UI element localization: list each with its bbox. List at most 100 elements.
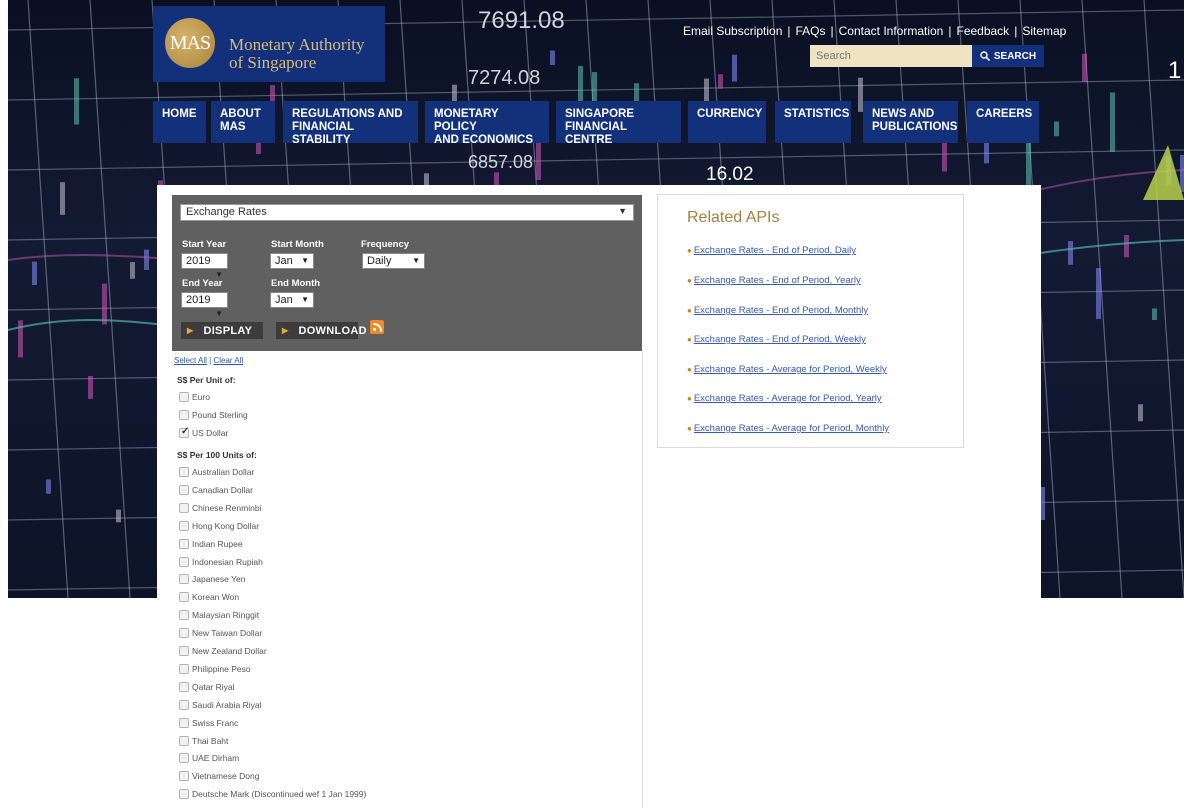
api-link[interactable]: ● Exchange Rates - Average for Period, Ye… xyxy=(687,393,882,404)
checkbox-label: Canadian Dollar xyxy=(192,484,253,495)
start-month-select[interactable]: Jan ▼ xyxy=(270,253,314,269)
currency-checkbox-row[interactable]: Indonesian Rupiah xyxy=(179,556,372,567)
bg-candle xyxy=(1138,404,1143,422)
currency-checkbox-row[interactable]: Malaysian Ringgit xyxy=(179,610,372,621)
email-subscription-link[interactable]: Email Subscription xyxy=(683,24,782,38)
currency-checkbox-row[interactable]: Indian Rupee xyxy=(179,538,372,549)
currency-checkbox-row[interactable]: UAE Dirham xyxy=(179,753,372,764)
checkbox[interactable] xyxy=(179,592,189,603)
checkbox[interactable] xyxy=(179,610,189,621)
checkbox[interactable] xyxy=(179,392,189,402)
currency-checkbox-row[interactable]: US Dollar xyxy=(179,426,372,438)
frequency-select[interactable]: Daily ▼ xyxy=(362,253,425,269)
checkbox[interactable] xyxy=(179,520,189,531)
nav-monetary-policy[interactable]: MONETARY POLICY AND ECONOMICS xyxy=(425,101,549,146)
currency-checkbox-row[interactable]: Canadian Dollar xyxy=(179,484,372,495)
bg-candle xyxy=(102,283,107,325)
select-all-link[interactable]: Select All xyxy=(174,356,207,365)
currency-checkbox-row[interactable]: Qatar Riyal xyxy=(179,681,372,692)
bg-candle xyxy=(1068,241,1073,265)
checkbox[interactable] xyxy=(179,502,189,513)
start-year-label: Start Year xyxy=(182,239,227,250)
bg-candle xyxy=(550,50,555,65)
sitemap-link[interactable]: Sitemap xyxy=(1022,24,1066,38)
nav-statistics[interactable]: STATISTICS xyxy=(775,101,851,143)
nav-home[interactable]: HOME xyxy=(153,101,206,143)
end-year-select[interactable]: 2019 ▼ xyxy=(181,292,228,318)
checkbox[interactable] xyxy=(179,735,189,746)
api-link[interactable]: ● Exchange Rates - Average for Period, We… xyxy=(687,364,887,375)
nav-currency[interactable]: CURRENCY xyxy=(688,101,766,143)
bg-candle xyxy=(732,54,737,82)
api-link-label: Exchange Rates - Average for Period, Yea… xyxy=(693,393,882,404)
currency-checkbox-row[interactable]: Thai Baht xyxy=(179,735,372,746)
nav-label-line1: MONETARY POLICY xyxy=(434,108,499,133)
checkbox[interactable] xyxy=(179,753,189,764)
currency-checkbox-row[interactable]: Euro xyxy=(179,392,372,402)
checkbox-label: Indian Rupee xyxy=(192,538,243,549)
nav-news-publications[interactable]: NEWS AND PUBLICATIONS xyxy=(863,101,958,143)
currency-checkbox-row[interactable]: Japanese Yen xyxy=(179,574,372,585)
currency-checkbox-row[interactable]: Korean Won xyxy=(179,592,372,603)
search-button[interactable]: SEARCH xyxy=(972,45,1044,67)
nav-careers[interactable]: CAREERS xyxy=(967,101,1039,143)
contact-information-link[interactable]: Contact Information xyxy=(839,24,944,38)
checkbox[interactable] xyxy=(179,556,189,567)
checkbox[interactable] xyxy=(179,681,189,692)
currency-checkbox-row[interactable]: New Zealand Dollar xyxy=(179,646,372,656)
clear-all-link[interactable]: Clear All xyxy=(213,356,243,365)
checkbox[interactable] xyxy=(179,410,189,420)
start-year-select[interactable]: 2019 ▼ xyxy=(181,253,228,279)
bg-number-1: 7691.08 xyxy=(478,7,565,34)
currency-checkbox-row[interactable]: Vietnamese Dong xyxy=(179,771,372,782)
checkbox-label: Malaysian Ringgit xyxy=(192,610,260,621)
search-input[interactable] xyxy=(810,45,972,67)
checkbox[interactable] xyxy=(179,426,189,438)
checkbox[interactable] xyxy=(179,789,189,800)
checkbox[interactable] xyxy=(179,663,189,674)
checkbox[interactable] xyxy=(179,771,189,782)
rss-icon[interactable] xyxy=(370,320,384,334)
currency-checkbox-row[interactable]: Philippine Peso xyxy=(179,663,372,674)
api-link[interactable]: ● Exchange Rates - End of Period, Weekly xyxy=(687,334,866,345)
nav-label-line2: AND ECONOMICS xyxy=(434,134,534,146)
dataset-select[interactable]: Exchange Rates ▼ xyxy=(180,204,634,221)
api-link[interactable]: ● Exchange Rates - End of Period, Daily xyxy=(687,245,856,256)
nav-about-mas[interactable]: ABOUT MAS xyxy=(211,101,275,143)
nav-regulations[interactable]: REGULATIONS AND FINANCIAL STABILITY xyxy=(283,101,418,146)
currency-checkbox-row[interactable]: Pound Sterling xyxy=(179,410,372,420)
checkbox[interactable] xyxy=(179,538,189,549)
mas-logo[interactable]: MAS Monetary Authority of Singapore xyxy=(153,6,385,82)
checkbox[interactable] xyxy=(179,699,189,710)
column-divider xyxy=(642,351,643,808)
currency-checkbox-row[interactable]: Swiss Franc xyxy=(179,717,372,728)
currency-checkbox-row[interactable]: Chinese Renminbi xyxy=(179,502,372,513)
main-nav: HOME ABOUT MAS REGULATIONS AND FINANCIAL S… xyxy=(153,101,1041,146)
bg-candle xyxy=(60,182,65,215)
checkbox[interactable] xyxy=(179,574,189,585)
checkbox-label: Swiss Franc xyxy=(192,717,239,728)
api-link[interactable]: ● Exchange Rates - Average for Period, Mo… xyxy=(687,423,889,434)
checkbox[interactable] xyxy=(179,646,189,656)
download-button[interactable]: ▶ DOWNLOAD xyxy=(276,322,367,339)
currency-checkbox-row[interactable]: Australian Dollar xyxy=(179,467,372,477)
faqs-link[interactable]: FAQs xyxy=(796,24,826,38)
currency-checkbox-row[interactable]: New Taiwan Dollar xyxy=(179,628,372,639)
checkbox[interactable] xyxy=(179,628,189,639)
currency-checkbox-row[interactable]: Deutsche Mark (Discontinued wef 1 Jan 19… xyxy=(179,789,372,800)
mas-seal-icon: MAS xyxy=(165,18,215,68)
bullet-icon: ● xyxy=(687,335,692,344)
currency-checkbox-row[interactable]: Saudi Arabia Riyal xyxy=(179,699,372,710)
end-month-select[interactable]: Jan ▼ xyxy=(270,292,314,308)
api-link[interactable]: ● Exchange Rates - End of Period, Monthly xyxy=(687,305,868,316)
nav-label-line2: FINANCIAL STABILITY xyxy=(292,121,354,146)
checkbox[interactable] xyxy=(179,484,189,495)
nav-singapore-financial-centre[interactable]: SINGAPORE FINANCIAL CENTRE xyxy=(556,101,681,146)
api-link[interactable]: ● Exchange Rates - End of Period, Yearly xyxy=(687,275,861,286)
checkbox-label: New Taiwan Dollar xyxy=(192,628,263,639)
display-button[interactable]: ▶ DISPLAY xyxy=(181,322,263,339)
checkbox[interactable] xyxy=(179,467,189,477)
feedback-link[interactable]: Feedback xyxy=(956,24,1009,38)
checkbox[interactable] xyxy=(179,717,189,728)
currency-checkbox-row[interactable]: Hong Kong Dollar xyxy=(179,520,372,531)
